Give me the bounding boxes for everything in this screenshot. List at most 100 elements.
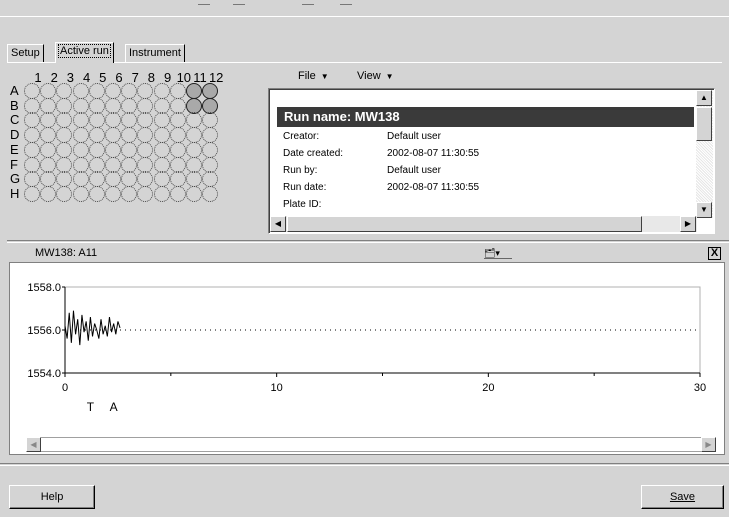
- well-G3[interactable]: [56, 171, 73, 188]
- well-C11[interactable]: [186, 112, 202, 129]
- well-B12[interactable]: [202, 97, 219, 114]
- well-B6[interactable]: [105, 97, 121, 114]
- well-D12[interactable]: [202, 127, 219, 144]
- well-D3[interactable]: [56, 127, 73, 144]
- well-B4[interactable]: [72, 97, 89, 114]
- chart-options-button[interactable]: 🗂▾: [484, 248, 512, 259]
- help-button[interactable]: Help: [9, 485, 95, 509]
- well-H4[interactable]: [72, 185, 89, 202]
- well-E3[interactable]: [56, 141, 73, 158]
- well-F12[interactable]: [202, 156, 219, 173]
- well-D1[interactable]: [24, 127, 40, 144]
- well-E2[interactable]: [40, 141, 57, 158]
- well-B2[interactable]: [40, 97, 57, 114]
- well-G7[interactable]: [121, 171, 138, 188]
- scroll-left-icon[interactable]: ◀: [26, 437, 41, 452]
- scroll-up-icon[interactable]: ▲: [696, 90, 712, 106]
- well-A9[interactable]: [153, 83, 170, 99]
- well-H9[interactable]: [153, 185, 170, 202]
- well-F4[interactable]: [72, 156, 89, 173]
- well-B10[interactable]: [169, 97, 186, 114]
- scroll-thumb[interactable]: [287, 216, 642, 232]
- well-F1[interactable]: [24, 156, 40, 173]
- well-H5[interactable]: [88, 185, 105, 202]
- well-A3[interactable]: [56, 83, 73, 99]
- scroll-right-icon[interactable]: ▶: [701, 437, 716, 452]
- tab-instrument[interactable]: Instrument: [125, 44, 185, 62]
- well-F7[interactable]: [121, 156, 138, 173]
- well-H7[interactable]: [121, 185, 138, 202]
- well-D7[interactable]: [121, 127, 138, 144]
- well-E11[interactable]: [186, 141, 202, 158]
- well-H11[interactable]: [186, 185, 202, 202]
- well-E8[interactable]: [137, 141, 154, 158]
- well-C6[interactable]: [105, 112, 121, 129]
- well-D6[interactable]: [105, 127, 121, 144]
- well-D4[interactable]: [72, 127, 89, 144]
- well-B3[interactable]: [56, 97, 73, 114]
- well-C1[interactable]: [24, 112, 40, 129]
- well-B8[interactable]: [137, 97, 154, 114]
- well-F11[interactable]: [186, 156, 202, 173]
- well-B9[interactable]: [153, 97, 170, 114]
- tab-active-run[interactable]: Active run: [55, 42, 114, 63]
- well-F2[interactable]: [40, 156, 57, 173]
- well-F5[interactable]: [88, 156, 105, 173]
- file-menu[interactable]: File ▼: [298, 70, 329, 82]
- well-A10[interactable]: [169, 83, 186, 99]
- well-A5[interactable]: [88, 83, 105, 99]
- scroll-down-icon[interactable]: ▼: [696, 202, 712, 218]
- well-H10[interactable]: [169, 185, 186, 202]
- scroll-right-icon[interactable]: ▶: [680, 216, 696, 232]
- well-E5[interactable]: [88, 141, 105, 158]
- well-E4[interactable]: [72, 141, 89, 158]
- well-F8[interactable]: [137, 156, 154, 173]
- well-F6[interactable]: [105, 156, 121, 173]
- well-E9[interactable]: [153, 141, 170, 158]
- well-H2[interactable]: [40, 185, 57, 202]
- well-A2[interactable]: [40, 83, 57, 99]
- well-G8[interactable]: [137, 171, 154, 188]
- well-A7[interactable]: [121, 83, 138, 99]
- well-B5[interactable]: [88, 97, 105, 114]
- horizontal-scrollbar[interactable]: ◀ ▶: [270, 216, 697, 232]
- well-E10[interactable]: [169, 141, 186, 158]
- well-G9[interactable]: [153, 171, 170, 188]
- well-G6[interactable]: [105, 171, 121, 188]
- well-H8[interactable]: [137, 185, 154, 202]
- well-B1[interactable]: [24, 97, 40, 114]
- well-D2[interactable]: [40, 127, 57, 144]
- well-H6[interactable]: [105, 185, 121, 202]
- well-D8[interactable]: [137, 127, 154, 144]
- well-C5[interactable]: [88, 112, 105, 129]
- well-A8[interactable]: [137, 83, 154, 99]
- well-C8[interactable]: [137, 112, 154, 129]
- well-C12[interactable]: [202, 112, 219, 129]
- view-menu[interactable]: View ▼: [357, 70, 394, 82]
- well-D10[interactable]: [169, 127, 186, 144]
- well-F10[interactable]: [169, 156, 186, 173]
- well-E12[interactable]: [202, 141, 219, 158]
- well-A1[interactable]: [24, 83, 40, 99]
- well-H3[interactable]: [56, 185, 73, 202]
- well-B7[interactable]: [121, 97, 138, 114]
- save-button[interactable]: Save: [641, 485, 724, 509]
- well-C10[interactable]: [169, 112, 186, 129]
- tab-setup[interactable]: Setup: [7, 44, 44, 62]
- well-F3[interactable]: [56, 156, 73, 173]
- well-G12[interactable]: [202, 171, 219, 188]
- well-G10[interactable]: [169, 171, 186, 188]
- well-C7[interactable]: [121, 112, 138, 129]
- well-B11[interactable]: [186, 97, 202, 114]
- well-A12[interactable]: [202, 83, 219, 99]
- well-E1[interactable]: [24, 141, 40, 158]
- close-button[interactable]: X: [708, 247, 721, 260]
- vertical-scrollbar[interactable]: ▲ ▼: [696, 90, 713, 218]
- well-C3[interactable]: [56, 112, 73, 129]
- well-F9[interactable]: [153, 156, 170, 173]
- well-G2[interactable]: [40, 171, 57, 188]
- well-C2[interactable]: [40, 112, 57, 129]
- well-G1[interactable]: [24, 171, 40, 188]
- well-D9[interactable]: [153, 127, 170, 144]
- well-G4[interactable]: [72, 171, 89, 188]
